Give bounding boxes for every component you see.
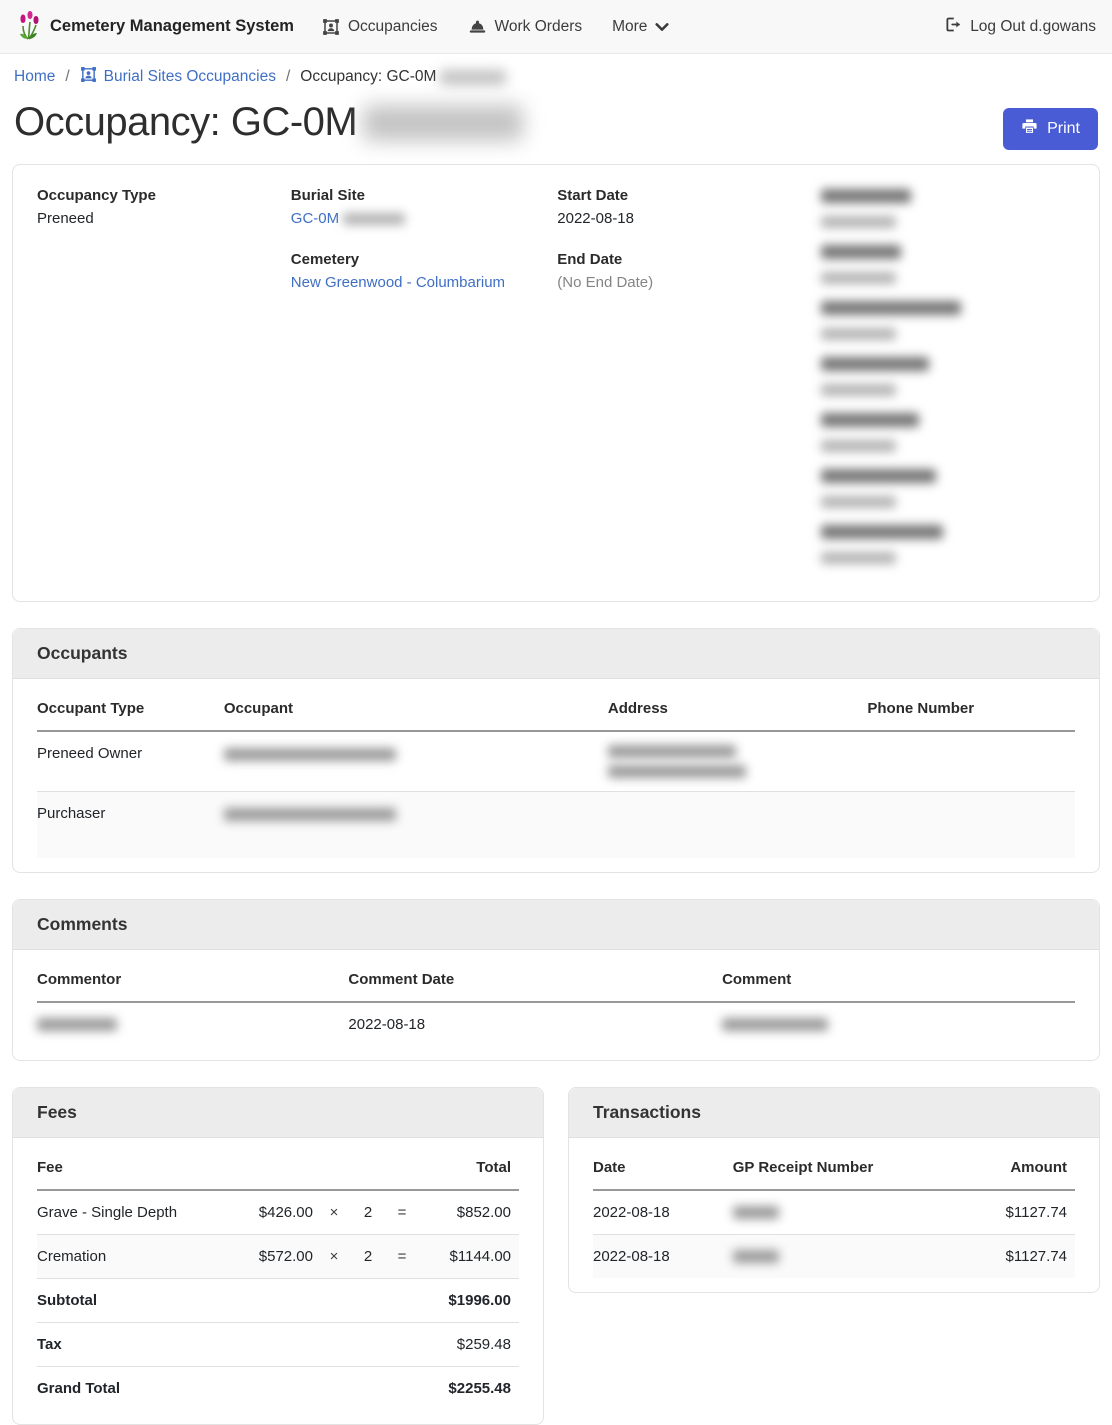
redacted-fields-column	[821, 187, 1075, 579]
column-header: Commentor	[37, 958, 348, 1002]
chevron-down-icon	[655, 22, 669, 32]
printer-icon	[1021, 118, 1038, 140]
redacted-text	[733, 1250, 779, 1263]
page-title: Occupancy: GC-0M	[14, 100, 523, 145]
occupancy-detail-card: Occupancy Type Preneed Burial Site GC-0M…	[12, 164, 1100, 602]
comments-title: Comments	[13, 900, 1099, 950]
logout-label: Log Out d.gowans	[970, 18, 1096, 36]
table-row: Grave - Single Depth $426.00 × 2 = $852.…	[37, 1190, 519, 1235]
app-title: Cemetery Management System	[50, 17, 294, 36]
nav-item-more[interactable]: More	[612, 18, 669, 36]
print-button[interactable]: Print	[1003, 108, 1098, 150]
table-row: Cremation $572.00 × 2 = $1144.00	[37, 1234, 519, 1278]
tax-row: Tax $259.48	[37, 1322, 519, 1366]
comments-card: Comments Commentor Comment Date Comment …	[12, 899, 1100, 1061]
breadcrumb-current: Occupancy: GC-0M	[300, 68, 506, 86]
nav-label: Work Orders	[495, 18, 583, 36]
logout-icon	[944, 16, 962, 38]
fees-table: Fee Total Grave - Single Depth $426.00 ×…	[37, 1146, 519, 1410]
nav-item-occupancies[interactable]: Occupancies	[322, 18, 438, 36]
subtotal-row: Subtotal $1996.00	[37, 1278, 519, 1322]
cemetery-link[interactable]: New Greenwood - Columbarium	[291, 274, 505, 291]
column-header: Date	[593, 1146, 733, 1190]
redacted-text	[224, 808, 396, 821]
occupancy-type-label: Occupancy Type	[37, 187, 291, 204]
occupants-table: Occupant Type Occupant Address Phone Num…	[37, 687, 1075, 858]
table-row: 2022-08-18 $1127.74	[593, 1190, 1075, 1235]
table-row: 2022-08-18	[37, 1002, 1075, 1046]
column-header: Amount	[945, 1146, 1075, 1190]
redacted-text	[363, 105, 523, 141]
breadcrumb: Home / Burial Sites Occupancies / Occupa…	[0, 54, 1112, 98]
redacted-text	[733, 1206, 779, 1219]
end-date-value: (No End Date)	[557, 274, 821, 291]
cemetery-label: Cemetery	[291, 251, 557, 268]
redacted-text	[440, 70, 506, 85]
print-label: Print	[1047, 120, 1080, 138]
nav-item-work-orders[interactable]: Work Orders	[468, 18, 583, 36]
column-header: Occupant Type	[37, 687, 224, 731]
occupancy-plot-icon	[80, 66, 97, 88]
breadcrumb-separator: /	[286, 68, 290, 86]
occupancy-plot-icon	[322, 18, 340, 36]
end-date-label: End Date	[557, 251, 821, 268]
logout-button[interactable]: Log Out d.gowans	[944, 16, 1096, 38]
nav-label: More	[612, 18, 647, 36]
transactions-title: Transactions	[569, 1088, 1099, 1138]
column-header: Occupant	[224, 687, 608, 731]
comments-table: Commentor Comment Date Comment 2022-08-1…	[37, 958, 1075, 1046]
brand[interactable]: Cemetery Management System	[16, 10, 294, 44]
nav-label: Occupancies	[348, 18, 438, 36]
column-header: GP Receipt Number	[733, 1146, 945, 1190]
breadcrumb-separator: /	[65, 68, 69, 86]
occupants-card: Occupants Occupant Type Occupant Address…	[12, 628, 1100, 873]
transactions-card: Transactions Date GP Receipt Number Amou…	[568, 1087, 1100, 1293]
start-date-label: Start Date	[557, 187, 821, 204]
start-date-value: 2022-08-18	[557, 210, 821, 227]
table-row: Purchaser	[37, 792, 1075, 858]
burial-site-link[interactable]: GC-0M	[291, 210, 406, 227]
table-row: 2022-08-18 $1127.74	[593, 1234, 1075, 1278]
redacted-text	[608, 745, 736, 758]
redacted-text	[608, 765, 746, 778]
column-header: Address	[608, 687, 868, 731]
redacted-text	[224, 748, 396, 761]
fees-title: Fees	[13, 1088, 543, 1138]
column-header: Total	[423, 1146, 519, 1190]
column-header: Phone Number	[867, 687, 1075, 731]
occupancy-type-value: Preneed	[37, 210, 291, 227]
occupants-title: Occupants	[13, 629, 1099, 679]
burial-site-label: Burial Site	[291, 187, 557, 204]
redacted-text	[37, 1018, 117, 1031]
fees-card: Fees Fee Total Grave - Single Depth $426…	[12, 1087, 544, 1425]
redacted-text	[343, 213, 405, 225]
tulip-logo-icon	[16, 10, 42, 44]
page-header: Occupancy: GC-0M Print	[0, 98, 1112, 164]
breadcrumb-occupancies-label: Burial Sites Occupancies	[104, 68, 276, 86]
top-navbar: Cemetery Management System Occupancies	[0, 0, 1112, 54]
grand-total-row: Grand Total $2255.48	[37, 1366, 519, 1410]
table-row: Preneed Owner	[37, 731, 1075, 792]
breadcrumb-home-link[interactable]: Home	[14, 68, 55, 86]
breadcrumb-occupancies-link[interactable]: Burial Sites Occupancies	[80, 66, 276, 88]
column-header: Comment	[722, 958, 1075, 1002]
hard-hat-icon	[468, 18, 487, 35]
redacted-text	[722, 1018, 828, 1031]
column-header: Comment Date	[348, 958, 722, 1002]
transactions-table: Date GP Receipt Number Amount 2022-08-18…	[593, 1146, 1075, 1278]
column-header: Fee	[37, 1146, 423, 1190]
